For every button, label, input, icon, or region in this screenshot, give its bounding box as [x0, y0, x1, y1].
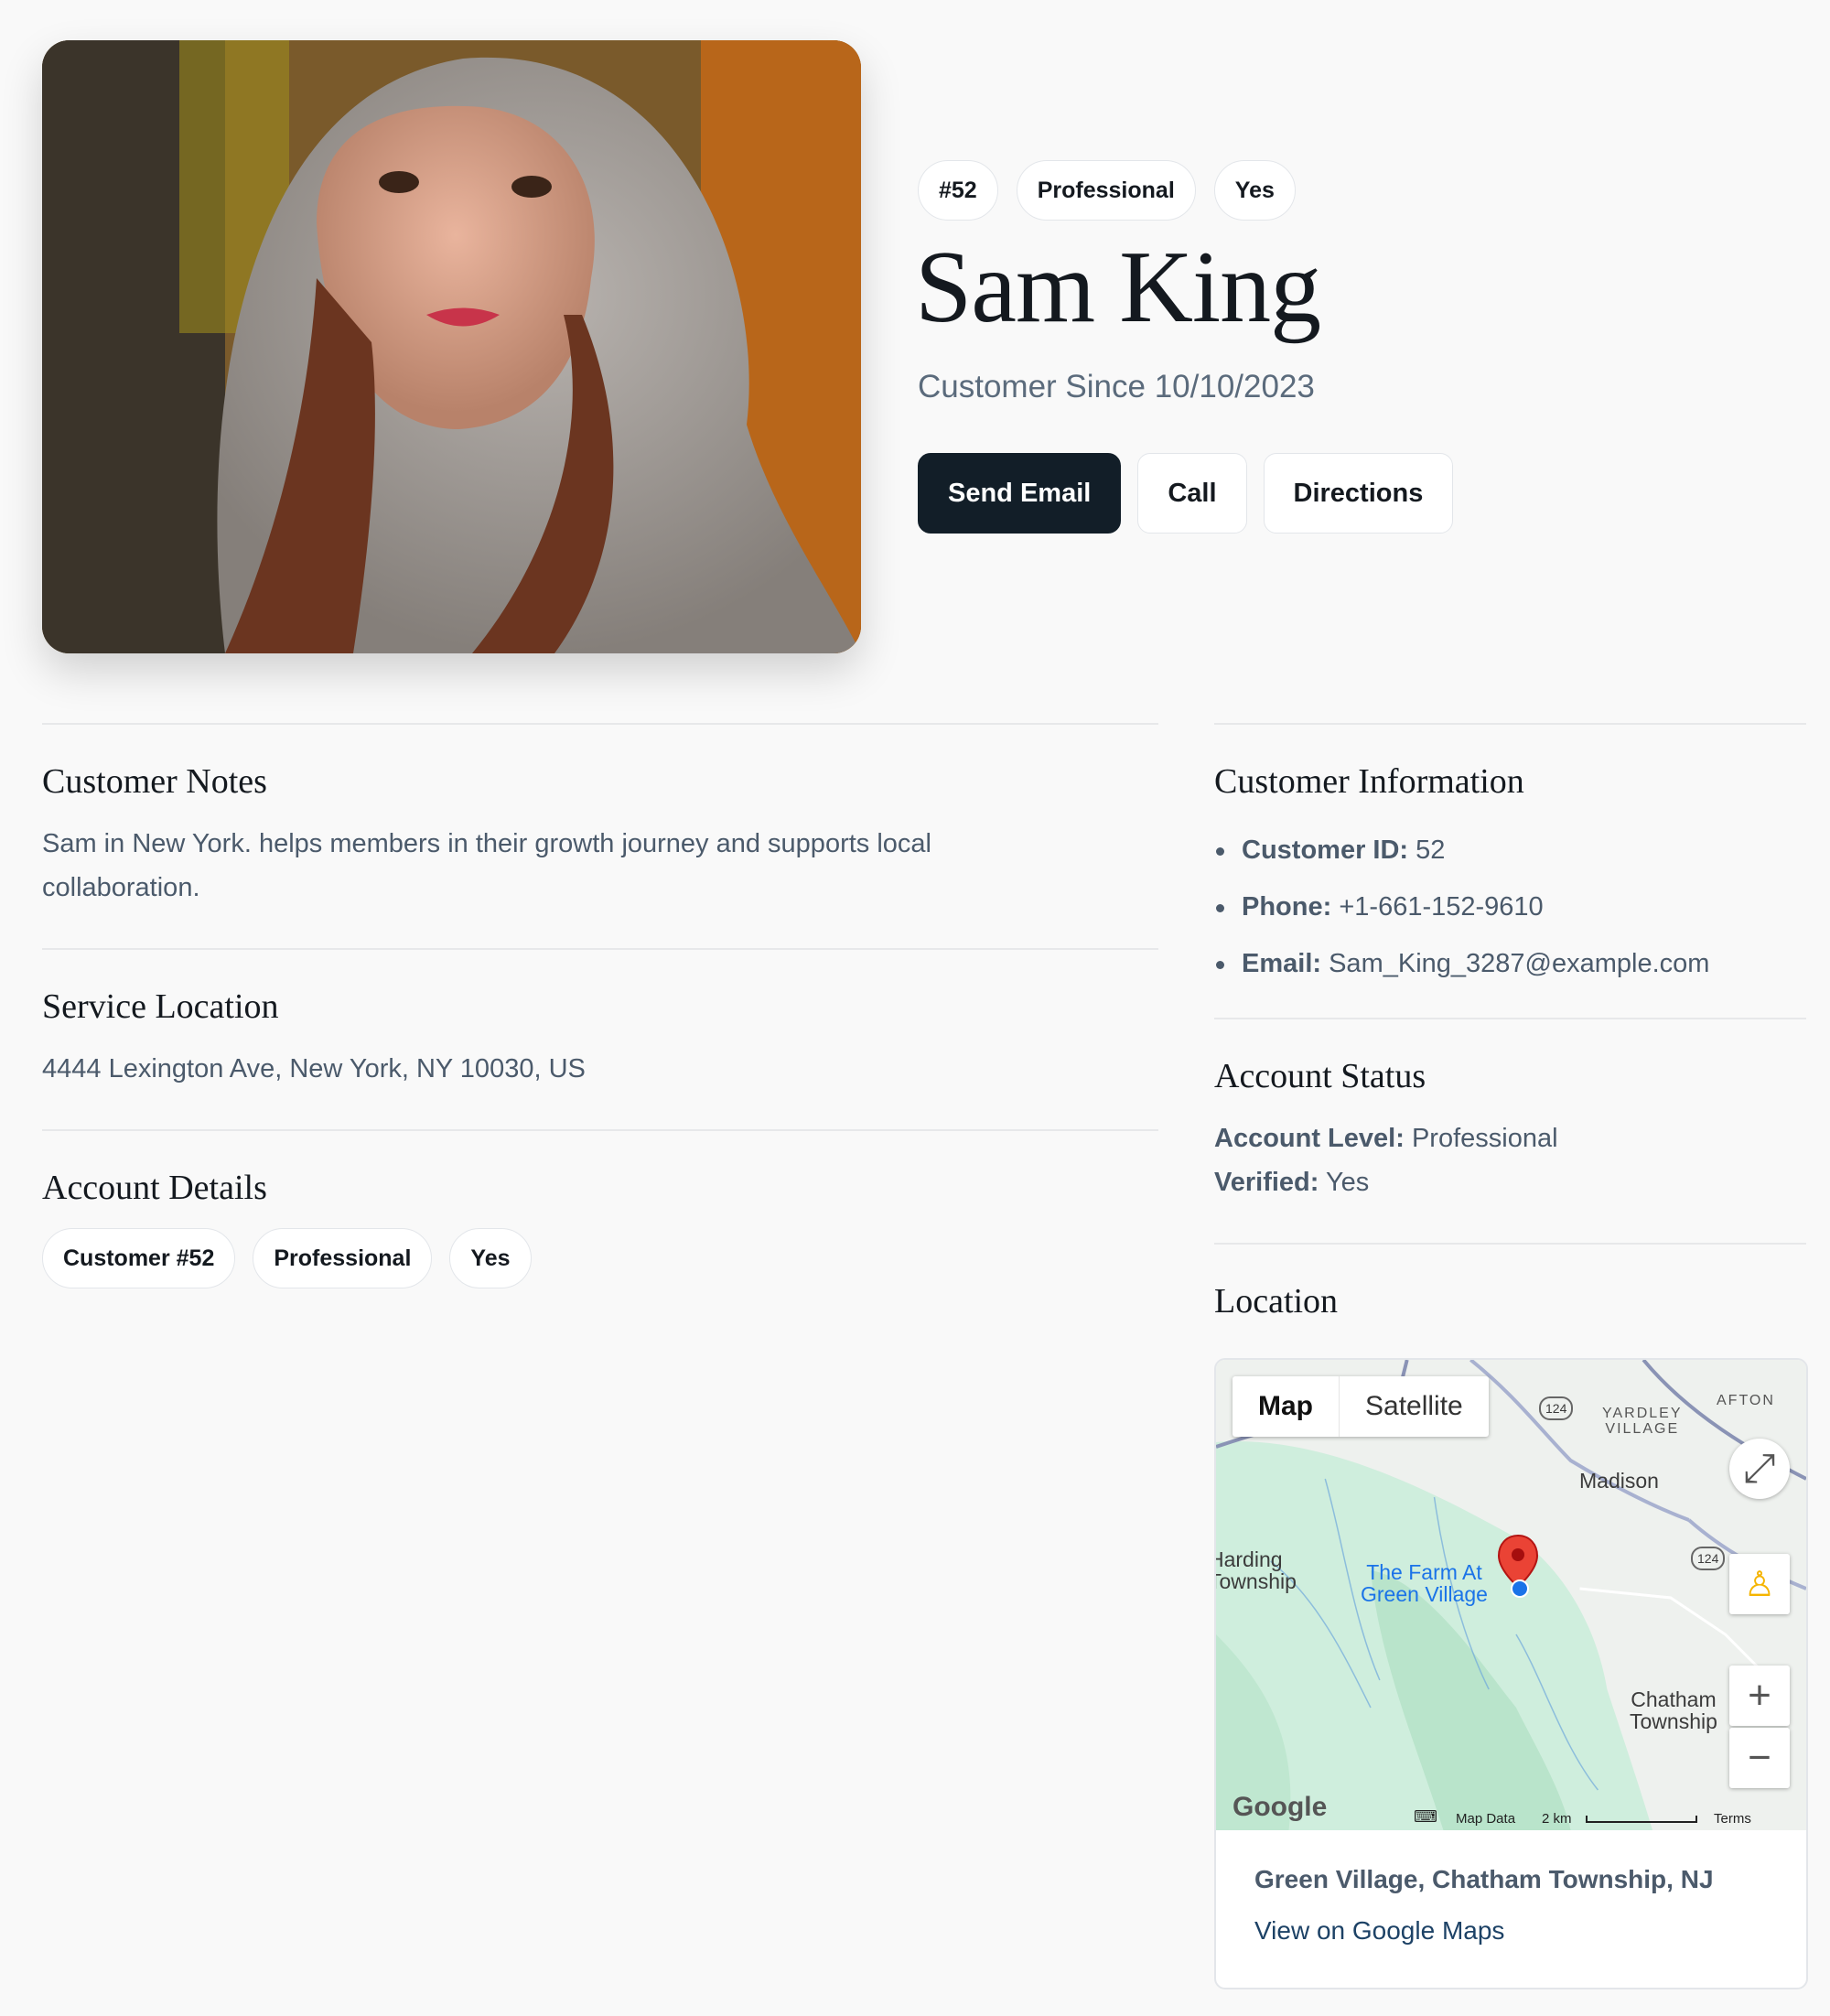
pill-verified: Yes [449, 1228, 532, 1288]
account-details-title: Account Details [42, 1169, 267, 1207]
google-map[interactable]: Map Satellite 124 YARDLEY VILLAGE AFTON … [1216, 1360, 1806, 1830]
map-data-link[interactable]: Map Data [1456, 1811, 1515, 1827]
keyboard-shortcuts-icon[interactable]: ⌨ [1414, 1807, 1437, 1827]
verified-line: Verified: Yes [1214, 1160, 1806, 1204]
customer-information-title: Customer Information [1214, 762, 1524, 801]
customer-notes-text: Sam in New York. helps members in their … [42, 829, 931, 902]
route-124-shield-2: 124 [1691, 1547, 1726, 1570]
info-value: +1-661-152-9610 [1339, 892, 1544, 922]
pill-customer-number: Customer #52 [42, 1228, 236, 1288]
account-details-pills: Customer #52 Professional Yes [42, 1228, 1158, 1288]
badge-account-level: Professional [1016, 160, 1196, 221]
call-button[interactable]: Call [1137, 453, 1247, 534]
portrait-image [42, 40, 861, 653]
madison-label: Madison [1579, 1469, 1659, 1493]
info-value: Sam_King_3287@example.com [1329, 949, 1710, 978]
directions-button[interactable]: Directions [1263, 453, 1454, 534]
terms-link[interactable]: Terms [1714, 1811, 1751, 1827]
map-place-name: Green Village, Chatham Township, NJ [1254, 1865, 1714, 1893]
view-on-google-maps-link[interactable]: View on Google Maps [1254, 1916, 1504, 1945]
satellite-tab[interactable]: Satellite [1340, 1376, 1489, 1437]
service-location-address: 4444 Lexington Ave, New York, NY 10030, … [42, 1054, 586, 1083]
customer-notes-title: Customer Notes [42, 762, 267, 801]
customer-photo [42, 40, 861, 653]
map-card: Map Satellite 124 YARDLEY VILLAGE AFTON … [1214, 1358, 1808, 1989]
account-status-title: Account Status [1214, 1057, 1426, 1095]
location-section: Location Map Satellite 124 YARDLEY VILLA… [1214, 1243, 1808, 1989]
zoom-in-button[interactable]: + [1729, 1666, 1790, 1726]
afton-label: AFTON [1717, 1393, 1775, 1408]
location-title: Location [1214, 1282, 1339, 1321]
service-location-section: Service Location 4444 Lexington Ave, New… [42, 948, 1158, 1129]
account-level-line: Account Level: Professional [1214, 1116, 1806, 1160]
info-label: Phone: [1242, 892, 1332, 922]
zoom-out-button[interactable]: − [1729, 1728, 1790, 1788]
account-details-section: Account Details Customer #52 Professiona… [42, 1129, 1158, 1288]
customer-name: Sam King [915, 231, 1321, 344]
harding-township-label: Harding Township [1216, 1547, 1297, 1593]
info-value: 52 [1416, 836, 1446, 865]
customer-since: Customer Since 10/10/2023 [918, 369, 1315, 404]
left-column: Customer Notes Sam in New York. helps me… [42, 723, 1158, 1288]
pill-account-level: Professional [253, 1228, 433, 1288]
verified-value: Yes [1325, 1168, 1370, 1197]
send-email-button[interactable]: Send Email [918, 453, 1122, 534]
customer-information-list: Customer ID: 52 Phone: +1-661-152-9610 E… [1214, 822, 1806, 992]
yardley-village-label: YARDLEY VILLAGE [1602, 1406, 1683, 1437]
info-email: Email: Sam_King_3287@example.com [1214, 935, 1806, 992]
badge-verified: Yes [1213, 160, 1296, 221]
info-phone: Phone: +1-661-152-9610 [1214, 879, 1806, 935]
fullscreen-icon[interactable]: ⤢ [1729, 1439, 1790, 1499]
google-logo: Google [1233, 1792, 1328, 1822]
header-badges: #52 Professional Yes [918, 160, 1296, 221]
right-column: Customer Information Customer ID: 52 Pho… [1214, 723, 1808, 1989]
customer-notes-section: Customer Notes Sam in New York. helps me… [42, 723, 1158, 948]
chatham-township-label: Chatham Township [1630, 1687, 1717, 1733]
account-level-value: Professional [1411, 1124, 1558, 1153]
location-marker-icon[interactable] [1496, 1534, 1540, 1598]
map-scale-label: 2 km [1542, 1811, 1572, 1827]
action-buttons: Send Email Call Directions [918, 453, 1454, 534]
info-customer-id: Customer ID: 52 [1214, 822, 1806, 879]
account-status-section: Account Status Account Level: Profession… [1214, 1018, 1806, 1243]
verified-label: Verified: [1214, 1168, 1319, 1197]
map-tab[interactable]: Map [1233, 1376, 1339, 1437]
map-type-toggle: Map Satellite [1233, 1376, 1489, 1437]
info-label: Email: [1242, 949, 1322, 978]
account-level-label: Account Level: [1214, 1124, 1405, 1153]
customer-information-section: Customer Information Customer ID: 52 Pho… [1214, 723, 1806, 1018]
info-label: Customer ID: [1242, 836, 1409, 865]
badge-customer-number: #52 [918, 160, 998, 221]
pegman-icon[interactable]: ♙ [1729, 1554, 1790, 1614]
map-scale-bar [1586, 1816, 1697, 1823]
route-124-shield: 124 [1539, 1396, 1574, 1420]
poi-farm-label: The Farm At Green Village [1361, 1560, 1488, 1606]
map-footer: Green Village, Chatham Township, NJ View… [1216, 1830, 1806, 1980]
service-location-title: Service Location [42, 987, 279, 1026]
